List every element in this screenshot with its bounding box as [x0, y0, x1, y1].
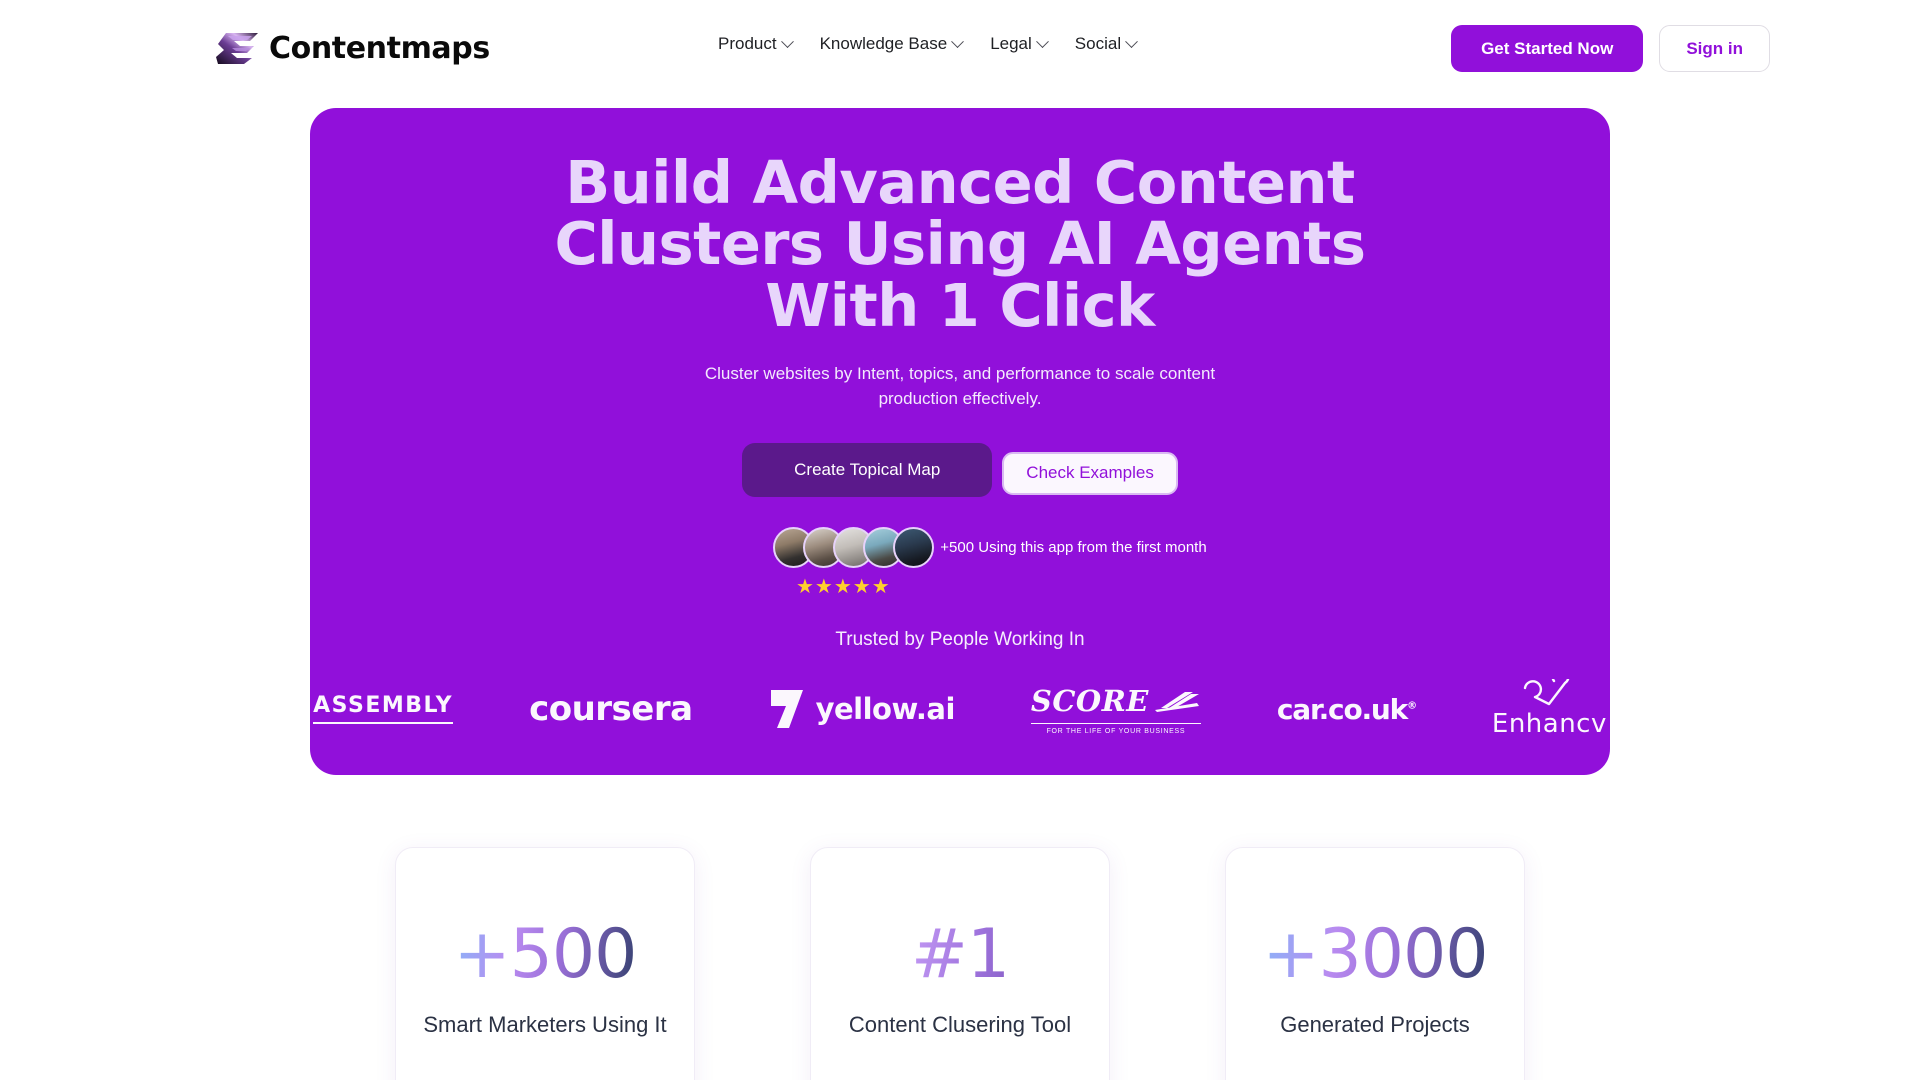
- nav-item-label: Product: [718, 34, 777, 53]
- site-header: Contentmaps Product Knowledge Base Legal…: [0, 0, 1920, 96]
- avatar-group: [773, 527, 935, 569]
- score-swoosh-icon: [1154, 691, 1199, 712]
- yellow-ai-logo: yellow.ai: [769, 688, 955, 730]
- stat-label: Smart Marketers Using It: [423, 1011, 667, 1037]
- stat-value: #1: [910, 914, 1010, 994]
- proof-column: +500 Using this app from the first month: [934, 527, 1206, 556]
- score-tagline: FOR THE LIFE OF YOUR BUSINESS: [1030, 722, 1201, 735]
- stat-label: Content Clusering Tool: [848, 1011, 1072, 1037]
- nav-item-label: Legal: [990, 34, 1032, 53]
- enhancv-infinity-icon: [1524, 679, 1570, 706]
- create-topical-map-button[interactable]: Create Topical Map: [742, 443, 993, 498]
- coursera-logo: coursera: [529, 689, 693, 729]
- social-proof-text: +500 Using this app from the first month: [940, 539, 1207, 557]
- stat-card-ranking: #1 Content Clusering Tool: [810, 847, 1110, 1080]
- nav-item-label: Knowledge Base: [819, 34, 948, 53]
- car-wordmark: car.co.uk: [1276, 692, 1408, 726]
- nav-item-social[interactable]: Social: [1074, 34, 1138, 54]
- check-examples-button[interactable]: Check Examples: [1002, 451, 1178, 495]
- get-started-button[interactable]: Get Started Now: [1451, 25, 1644, 72]
- stat-card-projects: +3000 Generated Projects: [1225, 847, 1525, 1080]
- chevron-down-icon: [780, 34, 794, 48]
- registered-mark: ®: [1407, 700, 1417, 712]
- brand-logo[interactable]: Contentmaps: [214, 30, 490, 66]
- social-proof: +500 Using this app from the first month: [310, 527, 1610, 569]
- enhancv-logo-text: Enhancv: [1491, 709, 1607, 740]
- nav-item-product[interactable]: Product: [718, 34, 794, 54]
- client-logo-row: ASSEMBLY coursera yellow.ai SCORE FOR TH…: [310, 673, 1610, 745]
- stat-value: +3000: [1262, 914, 1488, 994]
- yellow-ai-mark-icon: [770, 690, 803, 729]
- score-wordmark: SCORE: [1030, 683, 1149, 718]
- brand-name: Contentmaps: [269, 30, 490, 66]
- hero-subheadline: Cluster websites by Intent, topics, and …: [704, 364, 1216, 408]
- yellow-ai-logo-text: yellow.ai: [815, 692, 956, 727]
- nav-item-legal[interactable]: Legal: [990, 34, 1049, 54]
- trusted-by-label: Trusted by People Working In: [835, 629, 1085, 651]
- stat-value: +500: [453, 914, 638, 994]
- hero-headline: Build Advanced Content Clusters Using AI…: [554, 148, 1366, 340]
- chevron-down-icon: [1035, 34, 1049, 48]
- star-rating: ★★★★★: [796, 576, 891, 599]
- chevron-down-icon: [1125, 34, 1138, 48]
- contentmaps-logo-mark-icon: [216, 33, 258, 64]
- car-co-uk-logo: car.co.uk®: [1276, 692, 1417, 726]
- chevron-down-icon: [951, 34, 965, 48]
- avatar: [893, 527, 935, 569]
- coursera-logo-text: coursera: [529, 689, 693, 730]
- stat-label: Generated Projects: [1280, 1011, 1470, 1037]
- nav-item-label: Social: [1074, 34, 1122, 53]
- sign-in-button[interactable]: Sign in: [1659, 25, 1770, 72]
- score-logo-text: SCORE: [1031, 684, 1201, 718]
- main-nav: Product Knowledge Base Legal Social: [718, 34, 1138, 54]
- car-co-uk-logo-text: car.co.uk®: [1276, 692, 1417, 726]
- hero-cta-group: Create Topical Map Check Examples: [310, 443, 1610, 498]
- enhancv-logo: Enhancv: [1492, 679, 1607, 739]
- nav-item-knowledge-base[interactable]: Knowledge Base: [819, 34, 965, 54]
- hero-section: Build Advanced Content Clusters Using AI…: [310, 108, 1610, 776]
- header-actions: Get Started Now Sign in: [1451, 25, 1770, 72]
- assembly-logo-text: ASSEMBLY: [313, 694, 454, 724]
- score-logo: SCORE FOR THE LIFE OF YOUR BUSINESS: [1030, 684, 1201, 735]
- stats-section: +500 Smart Marketers Using It #1 Content…: [395, 847, 1525, 1080]
- stat-card-marketers: +500 Smart Marketers Using It: [395, 847, 695, 1080]
- assembly-logo: ASSEMBLY: [313, 694, 454, 724]
